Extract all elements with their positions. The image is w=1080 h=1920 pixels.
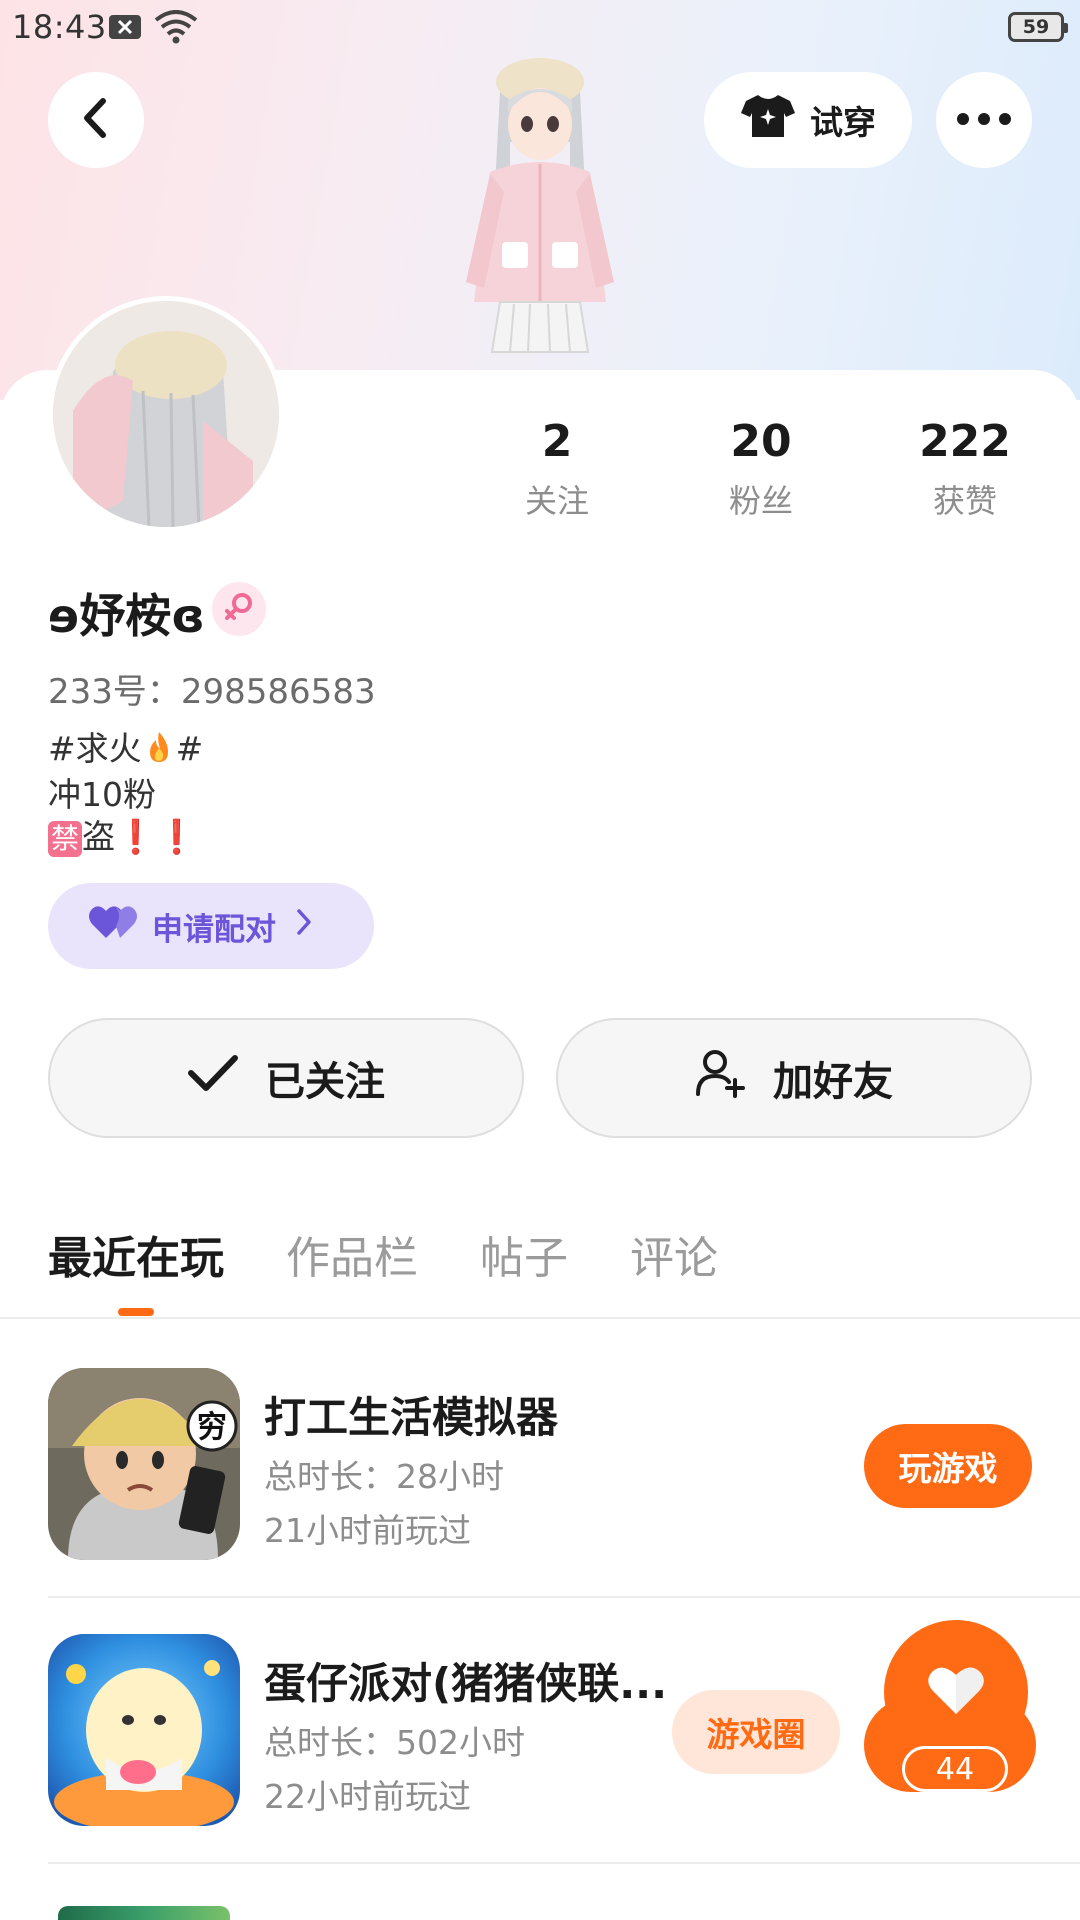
avatar[interactable] xyxy=(48,296,284,532)
floating-like-button[interactable]: 44 xyxy=(860,1620,1040,1810)
followed-label: 已关注 xyxy=(265,1059,385,1105)
stat-following-label: 关注 xyxy=(524,482,589,520)
notification-x-icon xyxy=(108,13,142,45)
game-icon-eggy-party[interactable] xyxy=(48,1634,240,1826)
game-icon-work-life-simulator[interactable]: 穷 xyxy=(48,1368,240,1560)
username: ɘ妤桉ɞ xyxy=(48,589,205,643)
next-game-icon-peek xyxy=(58,1906,230,1920)
tabs-divider xyxy=(0,1317,1080,1319)
chevron-left-icon xyxy=(81,97,111,143)
bio-line-3: 禁盗❗❗ xyxy=(48,816,203,858)
bio-line-1-suffix: # xyxy=(175,729,204,768)
game-last-played: 21小时前玩过 xyxy=(264,1511,471,1550)
gender-badge xyxy=(212,582,266,636)
row-divider xyxy=(48,1596,1080,1598)
stat-likes-value: 222 xyxy=(919,416,1011,467)
checkmark-icon xyxy=(187,1053,239,1103)
stat-likes-label: 获赞 xyxy=(932,482,997,520)
followed-button[interactable]: 已关注 xyxy=(48,1018,524,1138)
stat-followers-label: 粉丝 xyxy=(728,482,793,520)
more-horizontal-icon xyxy=(956,111,1012,130)
add-friend-label: 加好友 xyxy=(773,1059,893,1105)
heart-icon xyxy=(927,1664,985,1720)
back-button[interactable] xyxy=(48,72,144,168)
battery-level: 59 xyxy=(1022,16,1050,38)
game-icon-badge-text: 穷 xyxy=(197,1410,227,1445)
bio-line-2: 冲10粉 xyxy=(48,775,156,814)
status-bar: 18:43 59 xyxy=(0,0,1080,56)
game-total-time: 总时长：502小时 xyxy=(264,1723,525,1762)
stat-following-value: 2 xyxy=(541,416,573,467)
play-game-button[interactable]: 玩游戏 xyxy=(864,1424,1032,1508)
stat-likes[interactable]: 222 获赞 xyxy=(880,414,1050,522)
tab-works[interactable]: 作品栏 xyxy=(286,1222,418,1286)
bio-line-3-text: 盗 xyxy=(82,817,116,856)
tab-recently-played[interactable]: 最近在玩 xyxy=(48,1222,224,1286)
like-count: 44 xyxy=(902,1746,1008,1792)
like-circle[interactable] xyxy=(884,1620,1028,1764)
exclamation-marks: ❗❗ xyxy=(115,817,198,856)
more-button[interactable] xyxy=(936,72,1032,168)
tab-comments[interactable]: 评论 xyxy=(630,1222,718,1286)
add-user-icon xyxy=(695,1048,747,1108)
stat-followers-value: 20 xyxy=(730,416,792,467)
game-total-time: 总时长：28小时 xyxy=(264,1457,504,1496)
bio: #求火 # 冲10粉 禁盗❗❗ xyxy=(48,728,203,858)
active-tab-indicator xyxy=(118,1308,154,1316)
avatar-character-figure[interactable] xyxy=(430,52,650,372)
try-on-button[interactable]: 试穿 xyxy=(704,72,912,168)
account-id: 233号：298586583 xyxy=(48,672,376,712)
game-title: 打工生活模拟器 xyxy=(264,1393,559,1442)
game-list-item[interactable]: 穷 打工生活模拟器 总时长：28小时 21小时前玩过 玩游戏 xyxy=(0,1368,1080,1632)
tshirt-icon xyxy=(740,93,796,147)
game-title: 蛋仔派对(猪猪侠联... xyxy=(264,1659,668,1708)
bio-line-1-prefix: #求火 xyxy=(48,729,142,768)
double-heart-icon xyxy=(88,904,138,948)
battery-indicator: 59 xyxy=(1008,12,1068,42)
ban-badge: 禁 xyxy=(48,820,83,857)
profile-tabs: 最近在玩 作品栏 帖子 评论 xyxy=(48,1222,780,1286)
stat-followers[interactable]: 20 粉丝 xyxy=(676,414,846,522)
tab-posts[interactable]: 帖子 xyxy=(480,1222,568,1286)
game-circle-button[interactable]: 游戏圈 xyxy=(672,1690,840,1774)
game-last-played: 22小时前玩过 xyxy=(264,1777,471,1816)
bio-line-1: #求火 # xyxy=(48,728,203,774)
wifi-icon xyxy=(154,10,198,48)
status-time: 18:43 xyxy=(12,8,107,46)
row-divider xyxy=(48,1862,1080,1864)
stat-following[interactable]: 2 关注 xyxy=(472,414,642,522)
female-icon xyxy=(223,591,255,627)
request-pairing-button[interactable]: 申请配对 xyxy=(48,883,374,969)
request-pairing-label: 申请配对 xyxy=(152,911,276,948)
fire-icon xyxy=(144,730,174,774)
chevron-right-icon xyxy=(296,908,312,944)
add-friend-button[interactable]: 加好友 xyxy=(556,1018,1032,1138)
try-on-label: 试穿 xyxy=(810,103,876,142)
